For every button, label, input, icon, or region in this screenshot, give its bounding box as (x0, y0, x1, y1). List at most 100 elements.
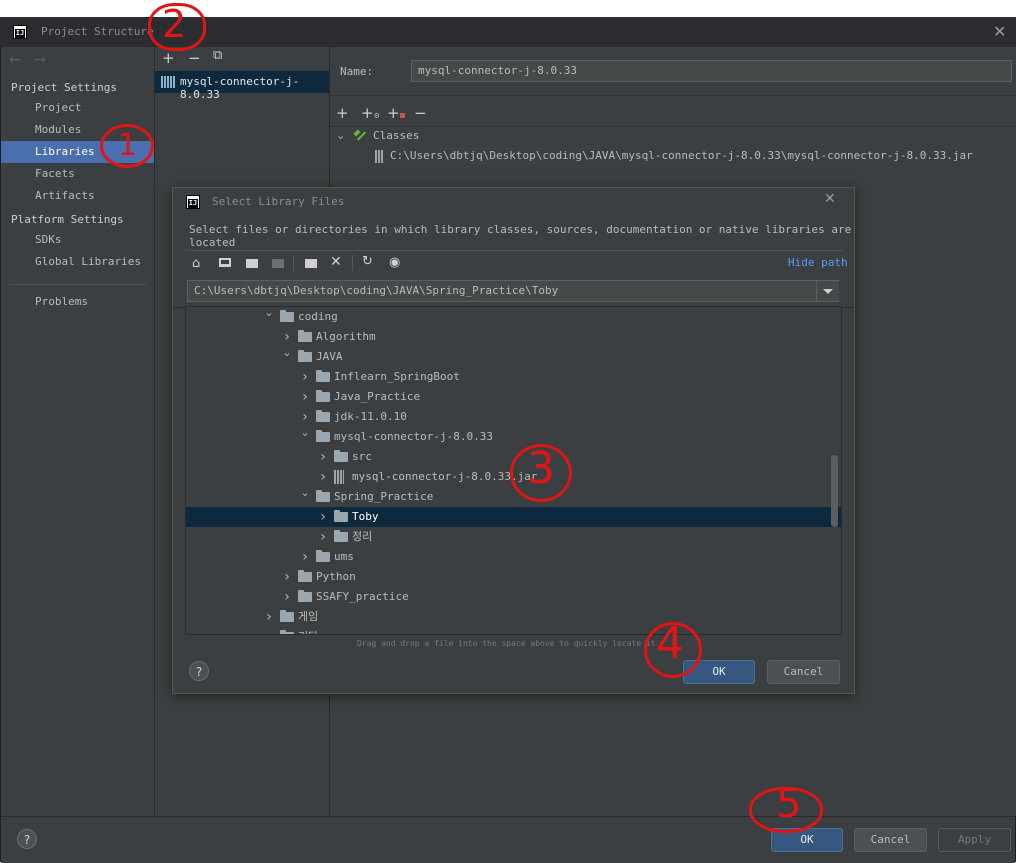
tree-row[interactable]: › 게임 (186, 607, 841, 627)
chevron-right-icon[interactable]: › (317, 527, 329, 547)
path-value: C:\Users\dbtjq\Desktop\coding\JAVA\Sprin… (194, 284, 559, 297)
folder-icon (334, 450, 348, 462)
chevron-right-icon[interactable]: › (299, 367, 311, 387)
apply-button[interactable]: Apply (938, 828, 1011, 852)
folder-icon (316, 370, 330, 382)
sidebar-item-sdks[interactable]: SDKs (1, 229, 154, 251)
chevron-right-icon[interactable]: › (299, 387, 311, 407)
tree-row[interactable]: › 정리 (186, 527, 841, 547)
chevron-down-icon (823, 289, 833, 294)
tree-row[interactable]: › jdk-11.0.10 (186, 407, 841, 427)
roots-divider (330, 126, 1016, 127)
chevron-right-icon[interactable]: › (263, 607, 275, 627)
project-folder-icon[interactable] (246, 259, 258, 268)
intellij-logo-icon: IJ (13, 25, 27, 39)
tree-row[interactable]: ⌄ coding (186, 307, 841, 327)
details-divider (330, 95, 1016, 96)
project-settings-heading: Project Settings (11, 81, 117, 94)
platform-settings-list: SDKs Global Libraries (1, 229, 154, 273)
annotation-number-1: 1 (118, 128, 138, 163)
chevron-right-icon[interactable]: › (263, 627, 275, 634)
tree-row-label: Java_Practice (334, 390, 421, 403)
forward-arrow-icon[interactable]: → (34, 52, 46, 68)
module-folder-icon (272, 259, 284, 268)
back-arrow-icon[interactable]: ← (9, 52, 21, 68)
path-combo-field[interactable]: C:\Users\dbtjq\Desktop\coding\JAVA\Sprin… (187, 280, 839, 302)
tree-row[interactable]: › 기타 (186, 627, 841, 634)
tree-row[interactable]: ⌄ mysql-connector-j-8.0.33 (186, 426, 841, 447)
tree-row-label: jdk-11.0.10 (334, 410, 407, 423)
chevron-right-icon[interactable]: › (281, 587, 293, 607)
folder-icon (298, 570, 312, 582)
folder-icon (334, 510, 348, 522)
platform-settings-heading: Platform Settings (11, 213, 124, 226)
tree-row[interactable]: ⌄ Spring_Practice (186, 486, 841, 507)
chevron-right-icon[interactable]: › (317, 467, 329, 487)
copy-library-icon[interactable]: ⧉ (213, 48, 222, 63)
chevron-right-icon[interactable]: › (317, 507, 329, 527)
hammer-icon (353, 129, 368, 142)
sidebar-item-problems[interactable]: Problems (1, 291, 154, 313)
path-dropdown-button[interactable] (816, 281, 839, 301)
sidebar-item-global-libraries[interactable]: Global Libraries (1, 251, 154, 273)
annotation-number-4: 4 (656, 618, 684, 669)
home-icon[interactable]: ⌂ (192, 256, 200, 271)
add-root-button[interactable]: + (336, 104, 349, 122)
folder-icon (280, 310, 294, 322)
dialog-cancel-button[interactable]: Cancel (767, 660, 840, 684)
tree-row-label: mysql-connector-j-8.0.33 (334, 430, 493, 443)
toolbar-separator (293, 255, 294, 271)
library-item-label: mysql-connector-j-8.0.33 (180, 75, 300, 101)
help-button[interactable]: ? (17, 829, 37, 849)
add-library-button[interactable]: + (162, 49, 175, 67)
chevron-down-icon[interactable]: ⌄ (263, 307, 275, 323)
tree-row[interactable]: › Python (186, 567, 841, 587)
dialog-divider (185, 250, 843, 251)
sidebar-item-artifacts[interactable]: Artifacts (1, 185, 154, 207)
chevron-down-icon[interactable]: ⌄ (299, 423, 311, 443)
folder-icon (316, 410, 330, 422)
desktop-icon[interactable] (219, 258, 231, 267)
remove-library-button[interactable]: − (188, 49, 201, 67)
library-item[interactable]: mysql-connector-j-8.0.33 (155, 71, 329, 101)
jar-file-icon (375, 150, 384, 163)
chevron-down-icon[interactable]: ⌄ (299, 483, 311, 503)
window-title: Project Structure (41, 25, 154, 38)
tree-row-label: SSAFY_practice (316, 590, 409, 603)
close-icon[interactable]: ✕ (993, 22, 1006, 41)
name-label: Name: (340, 65, 374, 78)
chevron-down-icon[interactable]: ⌄ (281, 343, 293, 363)
tree-scrollbar[interactable] (831, 455, 838, 527)
add-excluded-root-button[interactable]: + (387, 104, 405, 122)
classes-path[interactable]: C:\Users\dbtjq\Desktop\coding\JAVA\mysql… (390, 149, 973, 162)
tree-row[interactable]: › ums (186, 547, 841, 567)
tree-row[interactable]: › SSAFY_practice (186, 587, 841, 607)
chevron-right-icon[interactable]: › (299, 547, 311, 567)
add-special-root-button[interactable]: +⚙ (361, 104, 380, 122)
new-folder-icon[interactable] (305, 259, 317, 268)
chevron-right-icon[interactable]: › (317, 447, 329, 467)
tree-row[interactable]: › Toby (186, 507, 841, 527)
remove-root-button[interactable]: − (414, 104, 427, 122)
tree-row[interactable]: › Inflearn_SpringBoot (186, 367, 841, 387)
chevron-right-icon[interactable]: › (281, 567, 293, 587)
tree-row-label: 정리 (352, 530, 373, 543)
tree-row[interactable]: › Java_Practice (186, 387, 841, 407)
bottom-bar: ? OK Cancel Apply (1, 816, 1015, 863)
folder-icon (316, 430, 330, 442)
dialog-help-button[interactable]: ? (189, 661, 209, 681)
hide-path-link[interactable]: Hide path (788, 256, 848, 269)
library-jar-icon (161, 76, 175, 88)
cancel-button[interactable]: Cancel (854, 828, 927, 852)
folder-icon (316, 550, 330, 562)
sidebar-item-project[interactable]: Project (1, 97, 154, 119)
refresh-icon[interactable]: ↻ (362, 254, 373, 269)
dialog-close-icon[interactable]: ✕ (824, 191, 836, 207)
show-hidden-icon[interactable]: ◉ (389, 255, 400, 270)
classes-chevron-icon[interactable]: ⌄ (336, 129, 345, 142)
delete-icon[interactable]: ✕ (330, 254, 342, 270)
tree-row[interactable]: ⌄ JAVA (186, 346, 841, 367)
library-name-field[interactable]: mysql-connector-j-8.0.33 (411, 60, 1012, 82)
drag-hint: Drag and drop a file into the space abov… (357, 639, 656, 648)
tree-row-label: src (352, 450, 372, 463)
